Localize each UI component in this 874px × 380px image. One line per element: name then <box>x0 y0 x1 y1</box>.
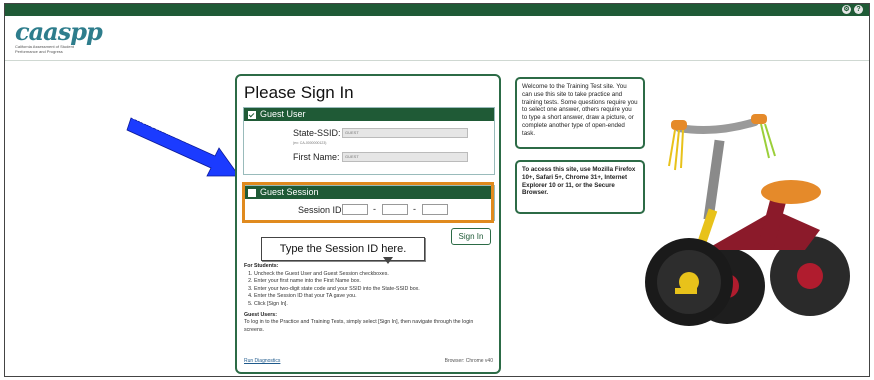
state-ssid-hint: (ex: CA-0000000123) <box>293 141 327 145</box>
for-students-heading: For Students: <box>244 263 279 269</box>
handlebar <box>675 118 759 134</box>
guest-users-heading: Guest Users: <box>244 311 277 318</box>
guest-user-panel: Guest User State-SSID: GUEST (ex: CA-000… <box>243 107 495 175</box>
browser-requirements-box: To access this site, use Mozilla Firefox… <box>515 160 645 214</box>
arrow-shape <box>126 117 240 177</box>
step-item: Click [Sign In]. <box>254 301 494 309</box>
page-title: Please Sign In <box>244 83 354 102</box>
help-icon[interactable]: ? <box>854 5 863 14</box>
settings-icon[interactable]: ⚙ <box>842 5 851 14</box>
session-id-callout: Type the Session ID here. <box>261 237 425 261</box>
sign-in-panel: Please Sign In Guest User State-SSID: GU… <box>235 74 501 374</box>
sign-in-button[interactable]: Sign In <box>451 228 491 245</box>
pedal <box>675 288 697 294</box>
student-steps: Uncheck the Guest User and Guest Session… <box>244 271 494 309</box>
instructions: For Students: Uncheck the Guest User and… <box>244 263 494 334</box>
guest-user-header: Guest User <box>244 108 494 121</box>
rear-wheel-hub-back <box>797 263 823 289</box>
guest-user-checkbox[interactable] <box>248 110 256 119</box>
step-item: Enter your two-digit state code and your… <box>254 286 494 294</box>
state-ssid-field[interactable]: GUEST <box>342 128 468 138</box>
top-bar: ⚙ ? <box>5 4 869 16</box>
guest-user-label: Guest User <box>260 109 306 119</box>
step-item: Enter the Session ID that your TA gave y… <box>254 293 494 301</box>
guest-session-highlight <box>242 182 494 223</box>
caaspp-logo: caaspp California Assessment of Student … <box>15 17 103 55</box>
handlebar-stem <box>703 139 725 221</box>
step-item: Enter your first name into the First Nam… <box>254 278 494 286</box>
seat <box>761 180 821 204</box>
first-name-field[interactable]: GUEST <box>342 152 468 162</box>
logo-mark: caaspp <box>15 17 103 46</box>
state-ssid-label: State-SSID: <box>293 128 341 138</box>
guest-users-text: To log in to the Practice and Training T… <box>244 319 474 333</box>
step-item: Uncheck the Guest User and Guest Session… <box>254 271 494 279</box>
left-grip <box>671 120 687 130</box>
left-streamers <box>668 129 684 171</box>
run-diagnostics-link[interactable]: Run Diagnostics <box>244 358 280 364</box>
header: caaspp California Assessment of Student … <box>5 16 869 61</box>
right-streamers <box>760 123 776 159</box>
browser-frame: ⚙ ? caaspp California Assessment of Stud… <box>4 3 870 377</box>
welcome-box: Welcome to the Training Test site. You c… <box>515 77 645 149</box>
browser-version: Browser: Chrome v40 <box>444 358 493 364</box>
right-grip <box>751 114 767 124</box>
first-name-label: First Name: <box>293 152 340 162</box>
tricycle-illustration <box>645 114 850 326</box>
